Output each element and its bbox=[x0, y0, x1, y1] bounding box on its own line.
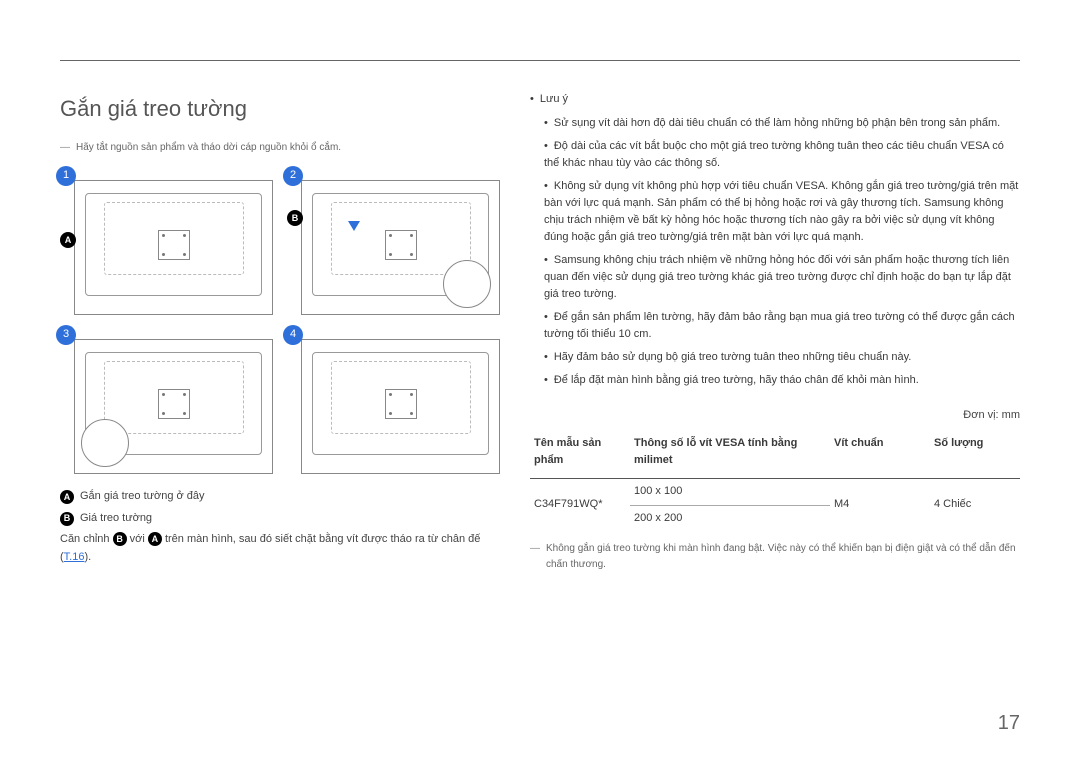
td-dim-1: 100 x 100 bbox=[630, 479, 830, 506]
instr-part-4: ). bbox=[84, 551, 91, 563]
step-number-1: 1 bbox=[56, 166, 76, 186]
power-off-note-text: Hãy tắt nguồn sản phẩm và tháo dời cáp n… bbox=[76, 140, 341, 156]
badge-b-inline-icon-2: B bbox=[113, 532, 127, 546]
th-model: Tên mẫu sản phẩm bbox=[530, 429, 630, 479]
th-qty: Số lượng bbox=[930, 429, 1020, 479]
page-number: 17 bbox=[998, 707, 1020, 739]
document-page: Gắn giá treo tường ― Hãy tắt nguồn sản p… bbox=[0, 0, 1080, 613]
note-item: Để lắp đặt màn hình bằng giá treo tường,… bbox=[544, 372, 1020, 389]
instr-part-1: Căn chỉnh bbox=[60, 533, 113, 545]
diagram-step-1: 1 A bbox=[60, 170, 273, 315]
top-rule bbox=[60, 60, 1020, 61]
notes-list: Sử sụng vít dài hơn độ dài tiêu chuẩn có… bbox=[544, 115, 1020, 390]
diagram-grid: 1 A 2 B bbox=[60, 170, 500, 474]
legend-b-text: Giá treo tường bbox=[80, 510, 152, 528]
diagram-step-4: 4 bbox=[287, 329, 500, 474]
step-number-2: 2 bbox=[283, 166, 303, 186]
diagram-legend: A Gắn giá treo tường ở đây B Giá treo tư… bbox=[60, 488, 500, 527]
illustration-1 bbox=[74, 180, 273, 315]
illustration-4 bbox=[301, 339, 500, 474]
note-item: Samsung không chịu trách nhiệm về những … bbox=[544, 252, 1020, 303]
note-dash-icon: ― bbox=[60, 140, 70, 156]
spec-table: Tên mẫu sản phẩm Thông số lỗ vít VESA tí… bbox=[530, 429, 1020, 531]
notes-section: Lưu ý Sử sụng vít dài hơn độ dài tiêu ch… bbox=[530, 91, 1020, 389]
left-column: Gắn giá treo tường ― Hãy tắt nguồn sản p… bbox=[60, 91, 500, 573]
td-model: C34F791WQ* bbox=[530, 479, 630, 532]
th-vesa: Thông số lỗ vít VESA tính bằng milimet bbox=[630, 429, 830, 479]
legend-row-a: A Gắn giá treo tường ở đây bbox=[60, 488, 500, 506]
diagram-step-3: 3 bbox=[60, 329, 273, 474]
illustration-3 bbox=[74, 339, 273, 474]
diagram-step-2: 2 B bbox=[287, 170, 500, 315]
bottom-warning-text: Không gắn giá treo tường khi màn hình đa… bbox=[546, 541, 1020, 573]
badge-a-inline-icon: A bbox=[60, 490, 74, 504]
notes-heading: Lưu ý bbox=[530, 91, 1020, 109]
instr-part-2: với bbox=[130, 533, 148, 545]
note-item: Sử sụng vít dài hơn độ dài tiêu chuẩn có… bbox=[544, 115, 1020, 132]
power-off-note: ― Hãy tắt nguồn sản phẩm và tháo dời cáp… bbox=[60, 140, 500, 156]
note-dash-icon: ― bbox=[530, 541, 540, 573]
note-item: Hãy đảm bảo sử dụng bộ giá treo tường tu… bbox=[544, 349, 1020, 366]
td-screw: M4 bbox=[830, 479, 930, 532]
table-row: C34F791WQ* 100 x 100 M4 4 Chiếc bbox=[530, 479, 1020, 506]
td-dim-2: 200 x 200 bbox=[630, 505, 830, 531]
alignment-instruction: Căn chỉnh B với A trên màn hình, sau đó … bbox=[60, 531, 500, 566]
note-item: Độ dài của các vít bắt buộc cho một giá … bbox=[544, 138, 1020, 172]
step-number-4: 4 bbox=[283, 325, 303, 345]
unit-label: Đơn vị: mm bbox=[530, 407, 1020, 425]
step-number-3: 3 bbox=[56, 325, 76, 345]
illustration-2 bbox=[301, 180, 500, 315]
th-screw: Vít chuẩn bbox=[830, 429, 930, 479]
right-column: Lưu ý Sử sụng vít dài hơn độ dài tiêu ch… bbox=[530, 91, 1020, 573]
two-column-layout: Gắn giá treo tường ― Hãy tắt nguồn sản p… bbox=[60, 91, 1020, 573]
legend-row-b: B Giá treo tường bbox=[60, 510, 500, 528]
bottom-warning: ― Không gắn giá treo tường khi màn hình … bbox=[530, 541, 1020, 573]
badge-a-inline-icon-2: A bbox=[148, 532, 162, 546]
badge-b-inline-icon: B bbox=[60, 512, 74, 526]
table-header-row: Tên mẫu sản phẩm Thông số lỗ vít VESA tí… bbox=[530, 429, 1020, 479]
note-item: Để gắn sản phẩm lên tường, hãy đảm bảo r… bbox=[544, 309, 1020, 343]
section-title: Gắn giá treo tường bbox=[60, 91, 500, 126]
note-item: Không sử dụng vít không phù hợp với tiêu… bbox=[544, 178, 1020, 246]
page-ref-link[interactable]: T.16 bbox=[64, 551, 85, 563]
legend-a-text: Gắn giá treo tường ở đây bbox=[80, 488, 205, 506]
td-qty: 4 Chiếc bbox=[930, 479, 1020, 532]
